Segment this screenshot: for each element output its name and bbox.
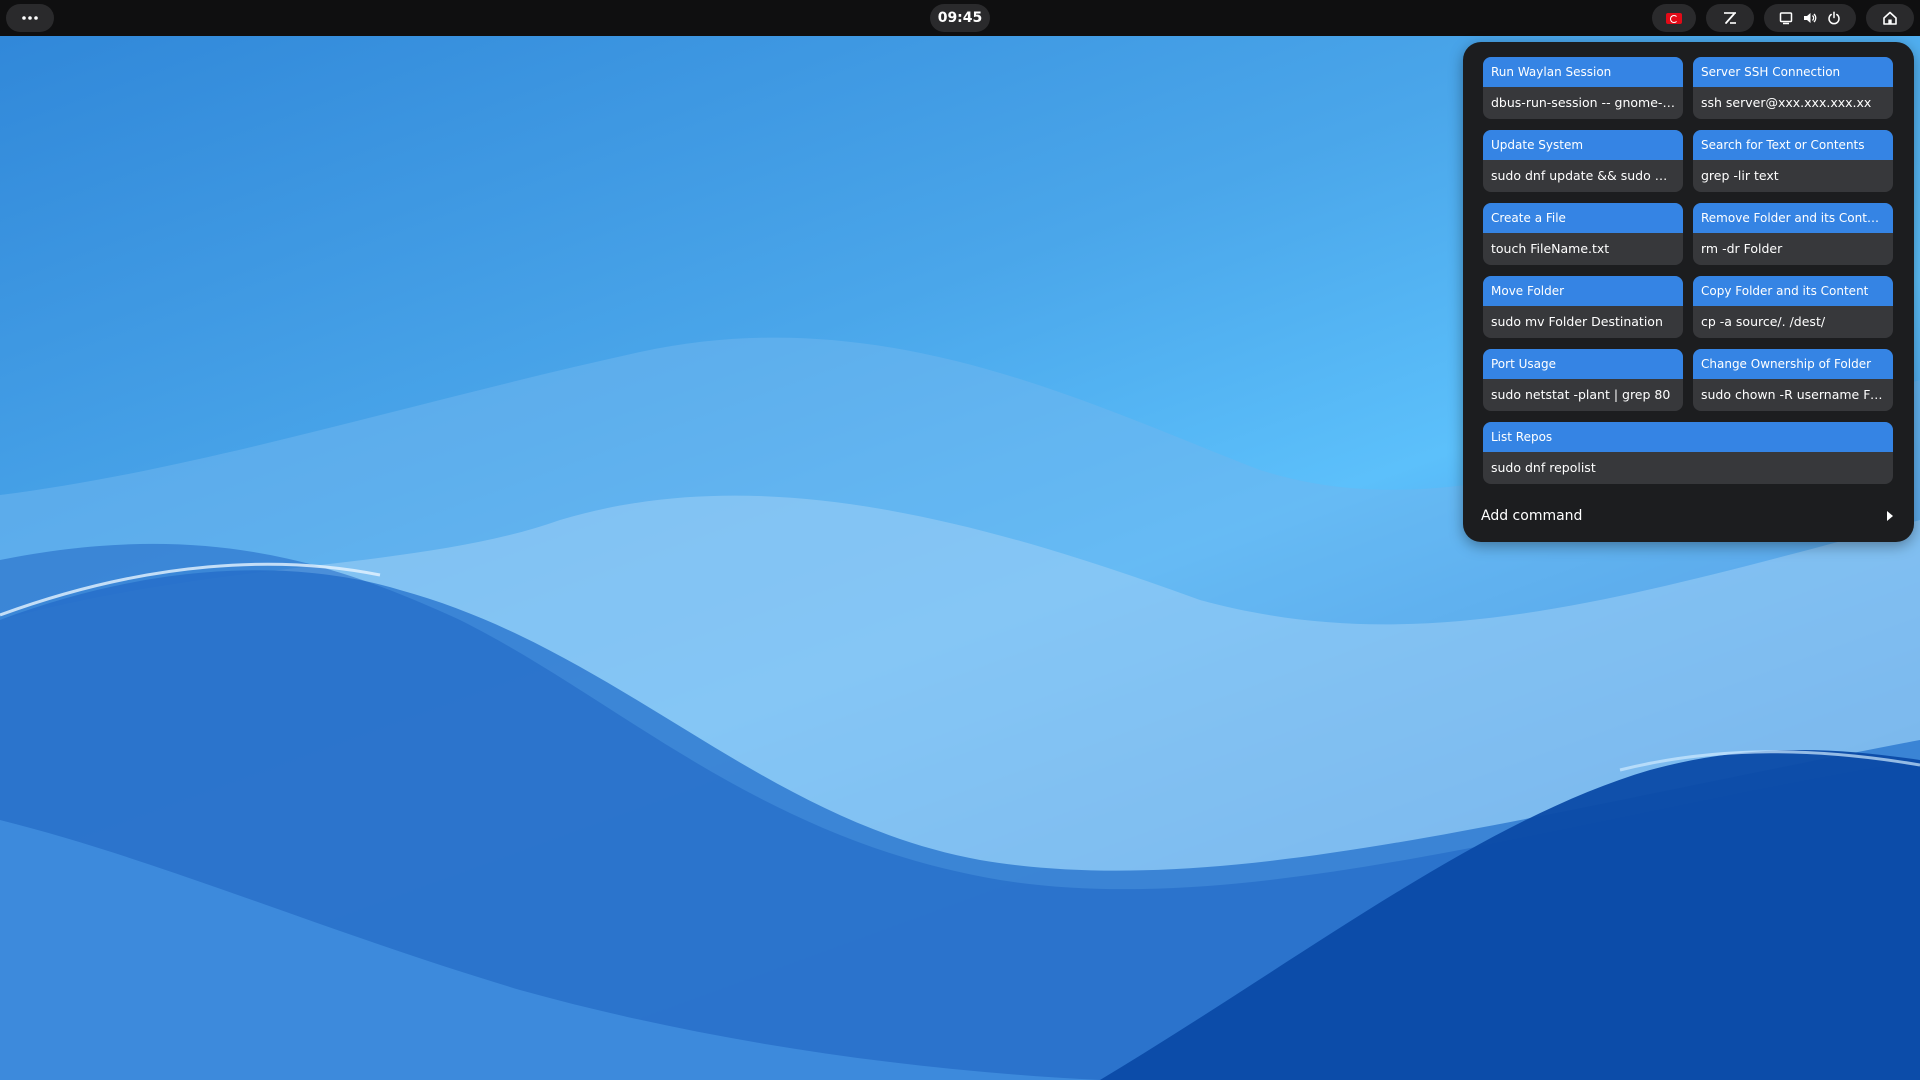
terminal-command-icon bbox=[1722, 10, 1738, 26]
command-card[interactable]: Run Waylan Session dbus-run-session -- g… bbox=[1483, 57, 1683, 119]
command-title: Update System bbox=[1483, 130, 1683, 160]
command-card[interactable]: List Repos sudo dnf repolist bbox=[1483, 422, 1893, 484]
command-card[interactable]: Remove Folder and its Content rm -dr Fol… bbox=[1693, 203, 1893, 265]
system-status-button[interactable] bbox=[1764, 4, 1856, 32]
command-title: Server SSH Connection bbox=[1693, 57, 1893, 87]
command-title: Move Folder bbox=[1483, 276, 1683, 306]
power-icon bbox=[1827, 11, 1841, 25]
dots-icon bbox=[22, 16, 38, 20]
command-title: Port Usage bbox=[1483, 349, 1683, 379]
command-text: sudo mv Folder Destination bbox=[1491, 314, 1663, 329]
command-title: Change Ownership of Folder bbox=[1693, 349, 1893, 379]
display-icon bbox=[1779, 11, 1793, 25]
activities-button[interactable] bbox=[6, 4, 54, 32]
command-card[interactable]: Move Folder sudo mv Folder Destination bbox=[1483, 276, 1683, 338]
command-title: List Repos bbox=[1483, 422, 1893, 452]
add-command-item[interactable]: Add command bbox=[1481, 502, 1901, 530]
command-title: Remove Folder and its Content bbox=[1693, 203, 1893, 233]
command-card[interactable]: Server SSH Connection ssh server@xxx.xxx… bbox=[1693, 57, 1893, 119]
command-text: dbus-run-session -- gnome-s... bbox=[1491, 95, 1681, 110]
command-text: sudo chown -R username Fol... bbox=[1701, 387, 1893, 402]
turkey-flag-icon bbox=[1666, 12, 1682, 24]
volume-icon bbox=[1803, 11, 1817, 25]
command-card[interactable]: Create a File touch FileName.txt bbox=[1483, 203, 1683, 265]
command-text: sudo dnf update && sudo dnf ... bbox=[1491, 168, 1683, 183]
command-text: rm -dr Folder bbox=[1701, 241, 1783, 256]
command-text: touch FileName.txt bbox=[1491, 241, 1610, 256]
command-text: sudo netstat -plant | grep 80 bbox=[1491, 387, 1671, 402]
clock-button[interactable]: 09:45 bbox=[930, 4, 990, 32]
command-card[interactable]: Copy Folder and its Content cp -a source… bbox=[1693, 276, 1893, 338]
command-text: ssh server@xxx.xxx.xxx.xx bbox=[1701, 95, 1872, 110]
keyboard-layout-button[interactable] bbox=[1652, 4, 1696, 32]
command-card[interactable]: Change Ownership of Folder sudo chown -R… bbox=[1693, 349, 1893, 411]
command-title: Search for Text or Contents bbox=[1693, 130, 1893, 160]
add-command-label: Add command bbox=[1481, 508, 1583, 524]
command-menu-button[interactable] bbox=[1706, 4, 1754, 32]
command-card[interactable]: Search for Text or Contents grep -lir te… bbox=[1693, 130, 1893, 192]
command-text: grep -lir text bbox=[1701, 168, 1779, 183]
command-title: Run Waylan Session bbox=[1483, 57, 1683, 87]
command-title: Copy Folder and its Content bbox=[1693, 276, 1893, 306]
command-menu-popup: Run Waylan Session dbus-run-session -- g… bbox=[1463, 42, 1914, 542]
home-button[interactable] bbox=[1866, 4, 1914, 32]
command-title: Create a File bbox=[1483, 203, 1683, 233]
home-icon bbox=[1882, 10, 1898, 26]
chevron-right-icon bbox=[1887, 511, 1893, 521]
command-text: cp -a source/. /dest/ bbox=[1701, 314, 1826, 329]
top-bar: 09:45 bbox=[0, 0, 1920, 36]
command-card[interactable]: Update System sudo dnf update && sudo dn… bbox=[1483, 130, 1683, 192]
command-text: sudo dnf repolist bbox=[1491, 460, 1596, 475]
command-card[interactable]: Port Usage sudo netstat -plant | grep 80 bbox=[1483, 349, 1683, 411]
